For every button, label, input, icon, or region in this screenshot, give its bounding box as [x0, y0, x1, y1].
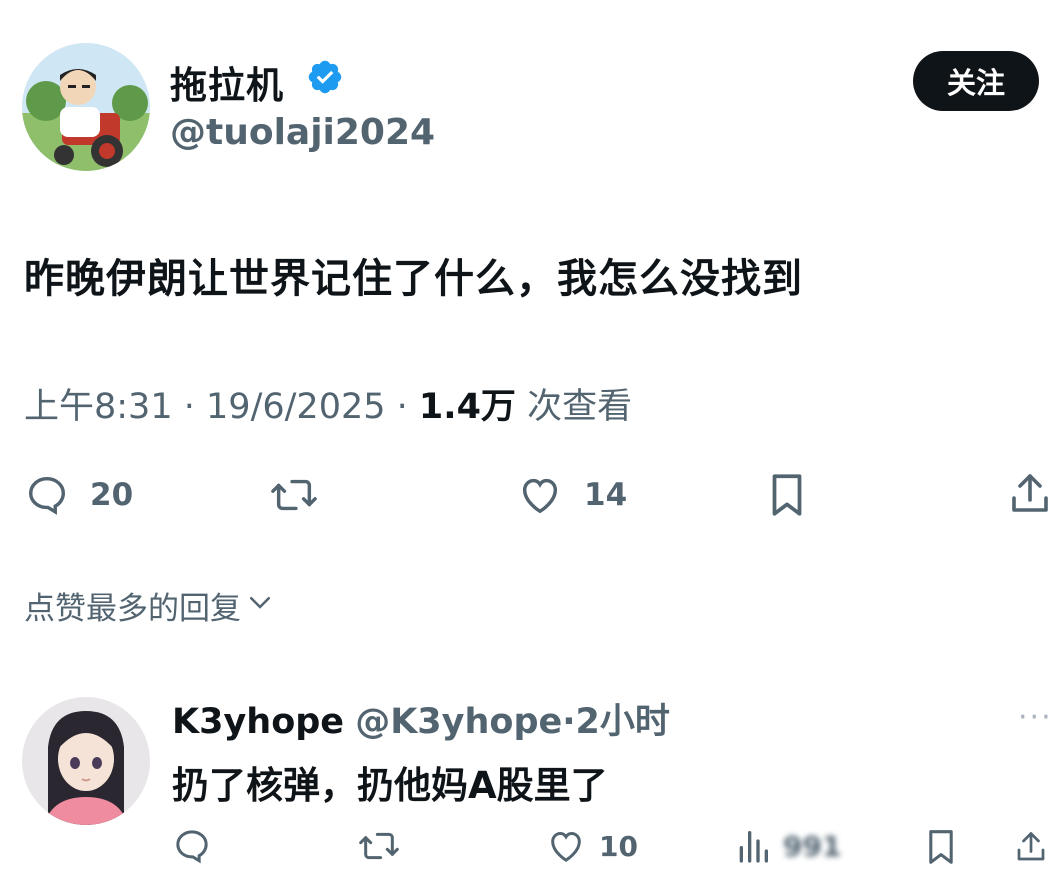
verified-badge-icon: [306, 58, 344, 96]
sort-label: 点赞最多的回复: [24, 591, 241, 627]
bookmark-icon: [924, 826, 958, 868]
retweet-icon: [268, 472, 320, 518]
tweet-meta: 上午8:31 · 19/6/2025 · 1.4万 次查看: [24, 378, 632, 429]
reply-header: K3yhope @K3yhope·2小时: [172, 693, 670, 744]
reply-bookmark-action[interactable]: [924, 826, 958, 868]
like-count: 14: [584, 477, 628, 513]
like-action[interactable]: 14: [516, 472, 627, 518]
reply-action[interactable]: 20: [24, 472, 133, 518]
like-icon: [545, 826, 587, 866]
chevron-down-icon: [241, 587, 275, 625]
share-action[interactable]: [1010, 470, 1050, 518]
replies-sort-dropdown[interactable]: 点赞最多的回复: [24, 583, 275, 628]
author-avatar[interactable]: [22, 43, 150, 171]
reply-icon: [172, 826, 212, 866]
share-icon: [1016, 826, 1046, 868]
reply-retweet-action[interactable]: [356, 826, 402, 866]
like-icon: [516, 472, 564, 518]
tweet-time[interactable]: 上午8:31: [24, 387, 173, 427]
more-icon[interactable]: ···: [1018, 700, 1050, 735]
tweet-text: 昨晚伊朗让世界记住了什么，我怎么没找到: [24, 256, 803, 302]
reply-count: 20: [90, 477, 134, 513]
reply-views-count: 991: [783, 829, 842, 863]
bookmark-action[interactable]: [766, 470, 808, 520]
author-handle[interactable]: @tuolaji2024: [170, 112, 435, 153]
reply-author-name[interactable]: K3yhope: [172, 702, 344, 742]
bookmark-icon: [766, 470, 808, 520]
reply-share-action[interactable]: [1016, 826, 1046, 868]
author-name[interactable]: 拖拉机: [170, 55, 284, 109]
share-icon: [1010, 470, 1050, 518]
reply-like-action[interactable]: 10: [545, 826, 638, 866]
reply-time[interactable]: 2小时: [576, 702, 670, 742]
retweet-icon: [356, 826, 402, 866]
views-count: 1.4万: [418, 387, 516, 427]
reply-views-action[interactable]: 991: [735, 826, 841, 866]
views-icon: [735, 826, 771, 866]
retweet-action[interactable]: [268, 472, 320, 518]
follow-button[interactable]: 关注: [913, 51, 1039, 111]
reply-icon: [24, 472, 70, 518]
views-label: 次查看: [527, 387, 633, 427]
reply-avatar[interactable]: [22, 697, 150, 825]
reply-reply-action[interactable]: [172, 826, 212, 866]
tweet-date[interactable]: 19/6/2025: [206, 387, 385, 427]
reply-author-handle[interactable]: @K3yhope: [355, 702, 562, 742]
reply-separator: ·: [562, 702, 576, 742]
reply-like-count: 10: [599, 829, 638, 863]
meta-separator: ·: [396, 387, 408, 427]
reply-text: 扔了核弹，扔他妈A股里了: [172, 764, 608, 807]
meta-separator: ·: [183, 387, 195, 427]
